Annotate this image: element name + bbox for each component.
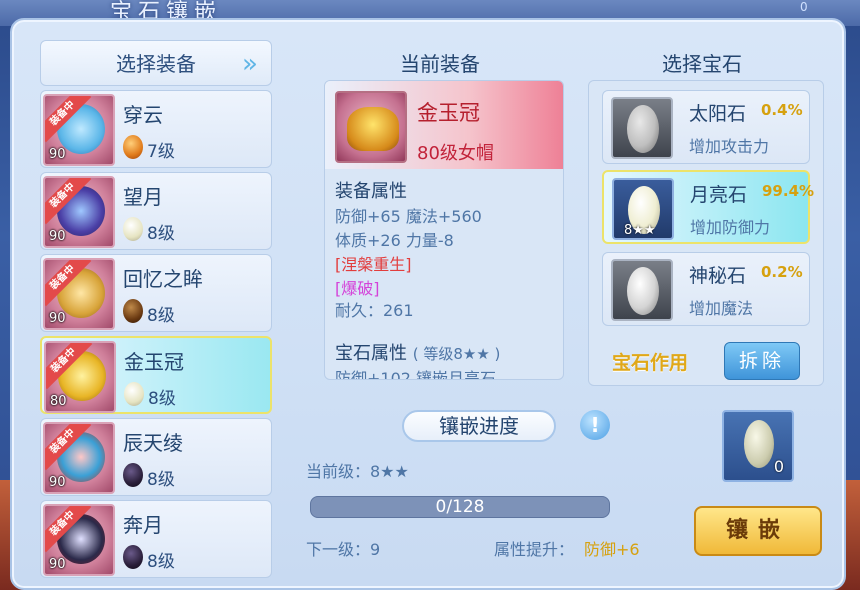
equip-item-jinyuguan[interactable]: 装备中 80 金玉冠 8级 <box>40 336 272 414</box>
equip-name: 奔月 <box>123 513 163 537</box>
gem-icon <box>123 545 143 569</box>
equipment-list: 选择装备 » 装备中 90 穿云 7级 装备中 90 望月 8级 装备中 90 … <box>40 40 274 580</box>
crown-icon <box>347 107 399 151</box>
gem-icon <box>123 217 143 241</box>
equip-icon: 装备中 90 <box>43 258 115 330</box>
gem-icon <box>123 463 143 487</box>
equip-level: 90 <box>49 147 66 162</box>
select-gem-title: 选择宝石 <box>662 52 742 76</box>
equipment-attribute-line: 体质+26 力量-8 <box>335 231 454 250</box>
equip-icon: 装备中 90 <box>43 504 115 576</box>
equip-level: 90 <box>49 311 66 326</box>
special-effect-red: [涅槃重生] <box>335 255 412 274</box>
gem-attributes-title: 宝石属性 ( 等级8★★ ) <box>335 339 500 365</box>
remove-gem-button[interactable]: 拆除 <box>724 342 800 380</box>
equip-icon: 装备中 90 <box>43 94 115 166</box>
gem-item-moon-stone[interactable]: 8★★ 月亮石 99.4% 增加防御力 <box>602 170 814 244</box>
equip-stone-level: 8级 <box>147 224 175 244</box>
equip-item-wangyue[interactable]: 装备中 90 望月 8级 <box>40 172 272 250</box>
mystery-stone-icon <box>627 267 659 315</box>
durability: 耐久：261 <box>335 301 414 320</box>
equip-name: 穿云 <box>123 103 163 127</box>
current-equipment-name: 金玉冠 <box>417 101 480 125</box>
gem-slot[interactable]: 0 <box>722 410 794 482</box>
equip-stone-level: 8级 <box>148 389 176 409</box>
gem-icon <box>124 382 144 406</box>
equip-level: 80 <box>50 394 67 409</box>
attribute-boost-value: 防御+6 <box>584 540 640 559</box>
equip-stone-level: 7级 <box>147 142 175 162</box>
gem-icon <box>123 299 143 323</box>
sun-stone-icon <box>627 105 659 153</box>
inlay-progress-text: 0/128 <box>435 497 485 517</box>
equip-level: 90 <box>49 475 66 490</box>
current-equipment-type: 80级女帽 <box>417 143 494 164</box>
gem-attribute-line: 防御+102 镶嵌月亮石 <box>335 369 497 380</box>
equip-item-huiyizhimou[interactable]: 装备中 90 回忆之眸 8级 <box>40 254 272 332</box>
info-icon[interactable]: ! <box>580 410 610 440</box>
equip-name: 辰天绫 <box>123 431 183 455</box>
gem-name: 太阳石 <box>689 103 747 125</box>
attribute-boost-label: 属性提升： <box>494 540 575 559</box>
gem-name: 神秘石 <box>689 265 747 287</box>
equip-name: 金玉冠 <box>124 350 184 374</box>
equip-item-chuanyun[interactable]: 装备中 90 穿云 7级 <box>40 90 272 168</box>
gem-description: 增加魔法 <box>689 299 754 318</box>
equipment-attributes-title: 装备属性 <box>335 181 407 202</box>
gem-stars: 8★★ <box>624 223 656 238</box>
gem-percentage: 0.2% <box>761 263 803 281</box>
current-level: 当前级：8★★ <box>306 462 409 481</box>
equip-name: 望月 <box>123 185 163 209</box>
double-chevron-right-icon[interactable]: » <box>237 49 263 79</box>
next-level: 下一级：9 <box>306 540 381 559</box>
top-tab-indicator: 0 <box>800 0 808 14</box>
gem-item-sun-stone[interactable]: 太阳石 0.4% 增加攻击力 <box>602 90 810 164</box>
equip-name: 回忆之眸 <box>123 267 203 291</box>
gem-item-mystery-stone[interactable]: 神秘石 0.2% 增加魔法 <box>602 252 810 326</box>
gem-effect-link[interactable]: 宝石作用 <box>612 348 688 375</box>
equipment-attribute-line: 防御+65 魔法+560 <box>335 207 482 226</box>
current-equipment-title: 当前装备 <box>400 52 480 76</box>
equip-stone-level: 8级 <box>147 470 175 490</box>
equip-stone-level: 8级 <box>147 306 175 326</box>
gem-attributes-level: ( 等级8★★ ) <box>412 345 501 363</box>
gem-icon-frame <box>611 97 673 159</box>
equip-stone-level: 8级 <box>147 552 175 572</box>
equip-item-benyue[interactable]: 装备中 90 奔月 8级 <box>40 500 272 578</box>
equip-icon: 装备中 80 <box>44 341 116 413</box>
current-equipment-header: 金玉冠 80级女帽 <box>325 81 563 169</box>
moon-stone-icon <box>744 420 774 468</box>
gem-icon <box>123 135 143 159</box>
gem-description: 增加攻击力 <box>689 137 770 156</box>
equip-icon: 装备中 90 <box>43 422 115 494</box>
equip-item-chentianling[interactable]: 装备中 90 辰天绫 8级 <box>40 418 272 496</box>
equipment-list-header-label: 选择装备 <box>116 52 196 76</box>
inlay-progress-label: 镶嵌进度 <box>402 410 556 442</box>
equip-level: 90 <box>49 229 66 244</box>
gem-attributes-title-label: 宝石属性 <box>335 343 407 364</box>
equip-icon: 装备中 90 <box>43 176 115 248</box>
equipment-list-header[interactable]: 选择装备 » <box>40 40 272 86</box>
gem-description: 增加防御力 <box>690 218 771 237</box>
gem-name: 月亮石 <box>690 184 748 206</box>
inlay-button[interactable]: 镶嵌 <box>694 506 822 556</box>
special-effect-pink: [爆破] <box>335 279 380 298</box>
equip-level: 90 <box>49 557 66 572</box>
gem-percentage: 99.4% <box>762 182 815 200</box>
current-equipment-card: 金玉冠 80级女帽 装备属性 防御+65 魔法+560 体质+26 力量-8 [… <box>324 80 564 380</box>
gem-slot-count: 0 <box>773 457 784 476</box>
inlay-progress-bar: 0/128 <box>310 496 610 518</box>
gem-icon-frame <box>611 259 673 321</box>
gem-icon-frame: 8★★ <box>612 178 674 240</box>
gem-percentage: 0.4% <box>761 101 803 119</box>
current-equipment-icon <box>335 91 407 163</box>
